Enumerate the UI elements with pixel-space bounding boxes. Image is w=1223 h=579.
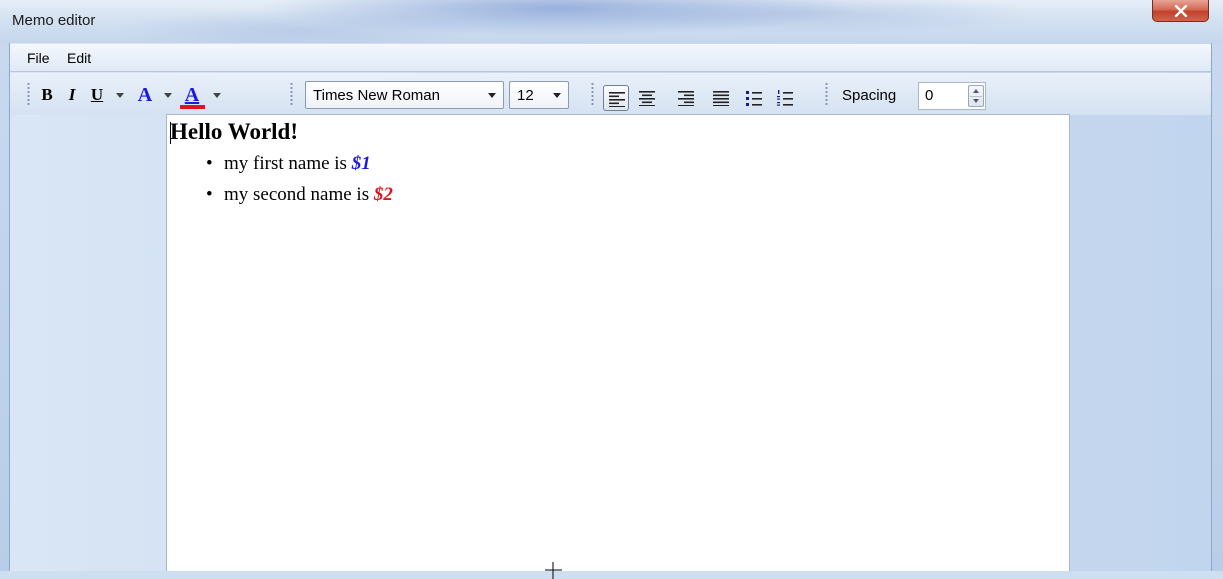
close-icon [1174,5,1188,17]
close-button[interactable] [1152,0,1209,22]
toolbar-grip[interactable] [825,82,828,106]
list-item: • my second name is $2 [206,184,393,206]
list-item-text: my first name is [224,153,352,174]
underline-button[interactable]: U [88,84,106,106]
align-justify-icon [713,91,729,106]
toolbar-grip[interactable] [290,82,293,106]
highlight-dropdown-icon[interactable] [213,93,221,98]
toolbar-grip[interactable] [591,82,594,106]
memo-document[interactable]: Hello World! • my first name is $1 • my se… [166,114,1070,571]
menu-file[interactable]: File [27,50,50,66]
toolbar-grip[interactable] [27,82,30,106]
highlight-color-button[interactable]: A [180,84,204,106]
numbered-list-icon [777,90,793,106]
spin-down-icon[interactable] [973,99,979,103]
bullet-list-button[interactable] [741,85,767,111]
align-right-button[interactable] [673,85,699,111]
font-size-select[interactable]: 12 [509,81,569,109]
menu-edit[interactable]: Edit [67,50,91,66]
align-right-icon [678,91,694,106]
bullet-dot: • [206,184,213,205]
font-size-value: 12 [517,87,534,104]
font-color-button[interactable]: A [134,84,156,106]
variable-token: $1 [351,153,371,174]
spin-buttons[interactable] [968,85,984,107]
menu-bar: File Edit [10,44,1211,72]
italic-button[interactable]: I [63,84,81,106]
window-title: Memo editor [12,12,96,29]
document-heading: Hello World! [170,119,298,144]
window-frame-left [0,43,9,571]
spacing-stepper[interactable]: 0 [918,82,986,110]
chevron-down-icon [488,93,496,98]
chevron-down-icon [553,93,561,98]
list-item: • my first name is $1 [206,153,371,175]
window-frame-right [1212,43,1223,571]
bullet-list-icon [746,91,762,106]
align-justify-button[interactable] [708,85,734,111]
font-color-dropdown-icon[interactable] [164,93,172,98]
title-bar-glass [0,0,1223,43]
underline-dropdown-icon[interactable] [116,93,124,98]
title-bar[interactable]: Memo editor [0,0,1223,43]
align-left-button[interactable] [603,85,629,111]
highlight-color-bar [180,105,205,109]
variable-token: $2 [373,184,393,205]
align-left-icon [609,92,625,107]
list-item-text: my second name is [224,184,374,205]
align-center-button[interactable] [634,85,660,111]
bold-button[interactable]: B [38,84,56,106]
spin-up-icon[interactable] [973,89,979,93]
spin-divider [970,96,982,97]
spacing-value: 0 [925,87,934,104]
spacing-label: Spacing [842,87,897,104]
font-name-select[interactable]: Times New Roman [305,81,504,109]
font-name-value: Times New Roman [313,87,440,104]
align-center-icon [639,91,655,106]
bullet-dot: • [206,153,213,174]
numbered-list-button[interactable] [772,85,798,111]
